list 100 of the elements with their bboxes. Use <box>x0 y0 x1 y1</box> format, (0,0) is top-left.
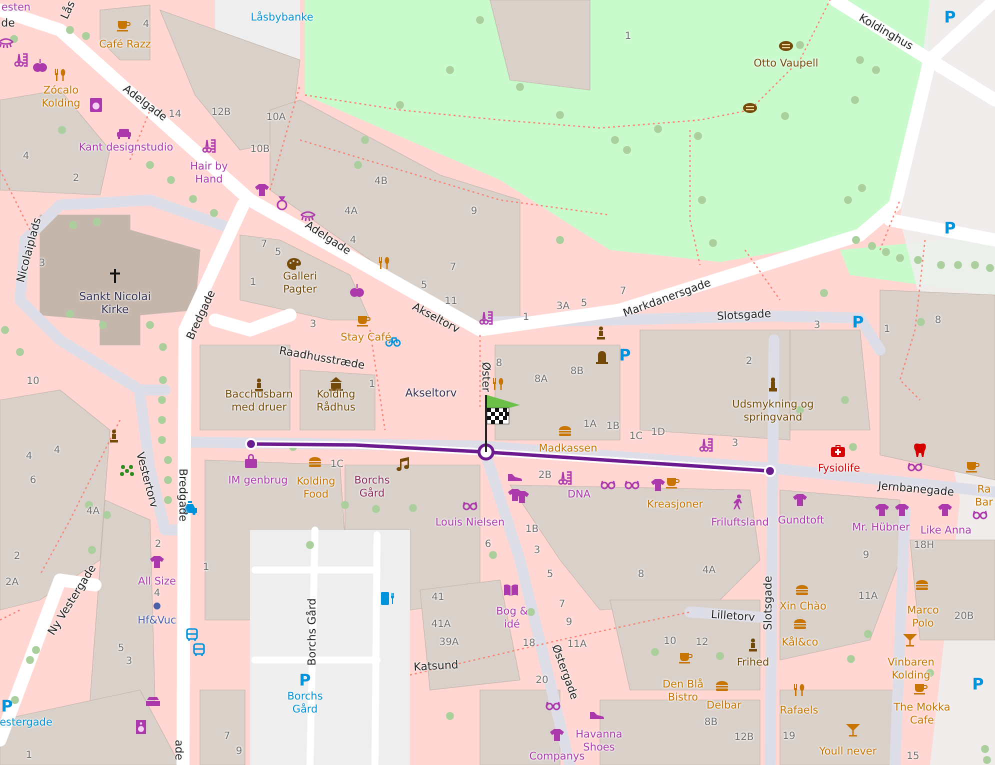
house-number: 11A <box>567 639 587 650</box>
place-label[interactable]: DNA <box>567 488 591 502</box>
parking-sign: P <box>1 696 13 716</box>
tombstone-icon <box>594 349 610 365</box>
place-label[interactable]: Sankt Nicolai Kirke <box>65 290 165 316</box>
house-number: 4B <box>374 176 388 188</box>
place-label[interactable]: Delbar <box>706 700 742 712</box>
place-label[interactable]: Frihed <box>736 656 770 670</box>
place-label[interactable]: Rafaels <box>780 704 818 718</box>
house-number: 3 <box>534 545 540 557</box>
place-label[interactable]: Xin Chào <box>780 600 826 614</box>
place-label[interactable]: Udsmykning og springvand <box>726 398 820 424</box>
comb-scissors-icon <box>478 310 494 326</box>
finish-flag-icon[interactable] <box>485 395 520 452</box>
place-label[interactable]: Marco Polo <box>899 604 947 630</box>
fork-knife-icon <box>490 376 506 392</box>
house-number: 20 <box>536 675 548 687</box>
place-label[interactable]: Låsbybanke <box>250 12 314 24</box>
place-label[interactable]: Stay Café <box>340 332 392 344</box>
place-label[interactable]: Bacchusbarn med druer <box>214 388 304 414</box>
place-label[interactable]: Akseltorv <box>405 386 457 400</box>
tree-icon <box>651 648 659 656</box>
house-number: 1B <box>606 421 620 433</box>
tree-icon <box>654 125 662 133</box>
house-number: 6 <box>484 539 492 551</box>
place-label[interactable]: Fysiolife <box>818 462 860 476</box>
tree-icon <box>847 655 855 663</box>
tooth-icon <box>912 442 928 458</box>
house-number: 7 <box>558 599 566 611</box>
place-label[interactable]: IM genbrug <box>228 474 288 488</box>
tree-icon <box>556 111 564 119</box>
place-label[interactable]: Borchs Gård <box>278 690 332 716</box>
house-number: 1 <box>368 379 376 391</box>
tree-icon <box>158 436 166 444</box>
charging-station-icon <box>380 590 396 606</box>
comb-scissors-icon <box>201 138 217 154</box>
plants-icon <box>119 462 135 478</box>
house-number: 8 <box>638 569 644 581</box>
place-label[interactable]: The Mokka Cafe <box>887 701 957 727</box>
house-number: 2 <box>746 356 752 368</box>
house-number: 41 <box>432 592 444 604</box>
house-number: 1C <box>330 459 344 471</box>
house-number: 5 <box>118 643 124 655</box>
house-number: 4 <box>154 588 160 600</box>
place-label[interactable]: Louis Nielsen <box>435 516 505 530</box>
place-label[interactable]: Mr. Hübner <box>852 522 910 534</box>
house-number: 10 <box>664 636 676 648</box>
place-label[interactable]: Like Anna <box>920 524 972 538</box>
place-label[interactable]: Youll never <box>819 746 877 758</box>
shirt-icon <box>149 554 165 570</box>
place-label[interactable]: Otto Vaupell <box>754 58 818 70</box>
house-number: 12B <box>211 107 231 119</box>
place-label[interactable]: esten <box>1 2 31 14</box>
house-number: 3 <box>310 319 316 331</box>
place-label[interactable]: Borchs Gård <box>347 474 397 500</box>
house-number: 2 <box>72 173 80 185</box>
place-label[interactable]: Kant designstudio <box>78 142 174 154</box>
street-name: Borchs Gård <box>305 598 319 666</box>
house-number: 4A <box>344 206 358 218</box>
house-number: 1 <box>250 277 256 289</box>
place-label[interactable]: Kål&co <box>782 636 818 650</box>
place-label[interactable]: Kolding Food <box>292 475 340 501</box>
place-label[interactable]: All Size <box>138 576 176 588</box>
tree-icon <box>781 112 789 120</box>
tree-icon <box>476 16 484 24</box>
tree-icon <box>489 551 497 559</box>
place-label[interactable]: Hf&Vuc <box>138 614 176 628</box>
place-label[interactable]: Bog & idé <box>491 605 533 631</box>
palette-icon <box>286 256 302 272</box>
tree-icon <box>93 218 101 226</box>
place-label[interactable]: Madkassen <box>538 442 598 456</box>
place-label[interactable]: Friluftsland <box>711 516 769 530</box>
house-number: 2A <box>5 577 19 589</box>
parking-sign: P <box>944 7 956 27</box>
place-label[interactable]: Zócalo Kolding <box>31 84 91 110</box>
place-label[interactable]: Ra Bar <box>972 483 995 509</box>
place-label[interactable]: estergade <box>0 716 52 730</box>
comb-scissors-icon <box>13 52 29 68</box>
book-icon <box>503 582 519 598</box>
house-number: 9 <box>470 206 478 218</box>
house-number: 19 <box>782 731 796 743</box>
place-label[interactable]: Den Blå Bistro <box>661 678 705 704</box>
place-label[interactable]: Kreasjoner <box>646 498 704 512</box>
bus-icon <box>184 627 200 643</box>
tree-icon <box>372 505 380 513</box>
place-label[interactable]: Kolding Rådhus <box>308 388 364 414</box>
fork-knife-icon <box>791 682 807 698</box>
house-number: 10 <box>26 376 40 388</box>
place-label[interactable]: Gundtoft <box>778 514 824 528</box>
street-name: Slotsgade <box>761 576 775 630</box>
place-label[interactable]: Café Razz <box>99 38 151 52</box>
cross-icon <box>107 268 123 284</box>
place-label[interactable]: Vinbaren Kolding <box>881 656 941 682</box>
place-label[interactable]: Hair by Hand <box>184 160 234 186</box>
tree-icon <box>341 501 349 509</box>
tree-icon <box>796 41 804 49</box>
house-number: 18H <box>914 540 934 552</box>
place-label[interactable]: Galleri Pagter <box>272 270 328 296</box>
shirt-icon <box>894 502 910 518</box>
house-number: 1D <box>650 427 666 439</box>
